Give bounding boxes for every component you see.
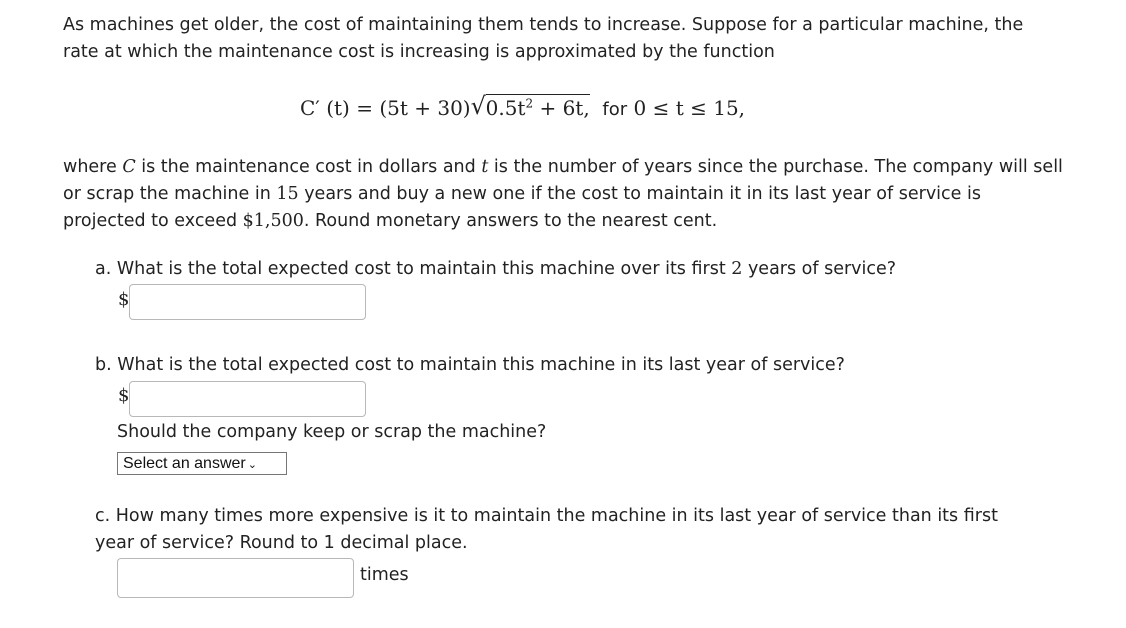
formula-lhs: C′ (t) = (5t + 30)	[300, 96, 471, 120]
domain-label: for	[602, 99, 628, 120]
rate-formula: C′ (t) = (5t + 30) √ 0.5t2 + 6t, for 0 ≤ t…	[300, 92, 746, 120]
answer-b-input[interactable]	[129, 381, 366, 417]
square-root: √ 0.5t2 + 6t,	[470, 92, 590, 120]
domain: 0 ≤ t ≤ 15,	[633, 96, 746, 120]
keep-or-scrap-select[interactable]: Select an answer ⌄	[117, 452, 287, 475]
currency-symbol-b: $	[118, 385, 130, 406]
chevron-down-icon: ⌄	[247, 459, 257, 471]
problem-intro: As machines get older, the cost of maint…	[63, 15, 1024, 62]
question-a: a. What is the total expected cost to ma…	[95, 259, 897, 279]
currency-symbol-a: $	[118, 289, 130, 310]
question-b: b. What is the total expected cost to ma…	[95, 355, 845, 375]
answer-c-input[interactable]	[117, 558, 354, 598]
problem-context: where C is the maintenance cost in dolla…	[63, 157, 1063, 231]
unit-label: times	[360, 565, 409, 585]
question-c: c. How many times more expensive is it t…	[95, 506, 998, 553]
answer-a-input[interactable]	[129, 284, 366, 320]
keep-or-scrap-question: Should the company keep or scrap the mac…	[117, 422, 547, 442]
